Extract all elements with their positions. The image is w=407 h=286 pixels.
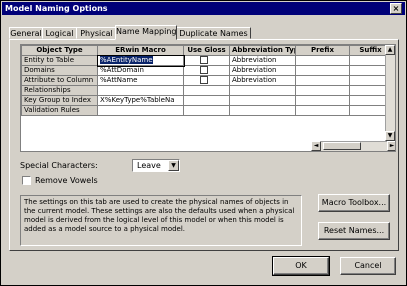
tab-physical[interactable]: Physical — [76, 27, 117, 39]
table-row[interactable]: Relationships — [21, 85, 392, 96]
table-row[interactable]: Key Group to Index X%KeyType%TableNa — [21, 95, 392, 106]
object-type-cell: Attribute to Column — [21, 75, 98, 86]
macro-cell[interactable] — [97, 85, 184, 96]
grid-vertical-scrollbar[interactable]: ▲ ▼ — [385, 45, 395, 141]
grid-header-row: Object Type ERwin Macro Use Gloss Abbrev… — [21, 45, 392, 56]
prefix-cell[interactable] — [295, 55, 350, 66]
use-gloss-checkbox[interactable] — [200, 66, 208, 74]
gloss-cell[interactable] — [183, 85, 230, 96]
col-header-object-type: Object Type — [21, 45, 98, 56]
abbrev-cell[interactable] — [229, 85, 296, 96]
special-characters-select[interactable]: Leave ▼ — [132, 159, 180, 172]
grid-horizontal-scrollbar[interactable]: ◄ ► — [311, 141, 395, 151]
scroll-right-icon[interactable]: ► — [387, 141, 395, 151]
cancel-button[interactable]: Cancel — [340, 257, 396, 275]
object-type-cell: Relationships — [21, 85, 98, 96]
prefix-cell[interactable] — [295, 85, 350, 96]
table-row[interactable]: Entity to Table %AEntityName Abbreviatio… — [21, 54, 392, 67]
special-characters-label: Special Characters: — [20, 161, 98, 170]
model-naming-options-dialog: Model Naming Options × General Logical P… — [0, 0, 407, 286]
gloss-cell[interactable] — [183, 65, 230, 76]
tab-general[interactable]: General — [9, 27, 43, 39]
abbrev-cell[interactable]: Abbreviation — [229, 75, 296, 86]
macro-cell[interactable]: %AttDomain — [97, 65, 184, 76]
macro-edit-text[interactable]: %AEntityName — [100, 56, 153, 64]
abbrev-cell[interactable]: Abbreviation — [229, 55, 296, 66]
col-header-abbreviation-type: Abbreviation Typ — [229, 45, 296, 56]
name-mapping-panel: Object Type ERwin Macro Use Gloss Abbrev… — [9, 39, 399, 251]
chevron-down-icon[interactable]: ▼ — [168, 160, 179, 171]
object-type-cell: Domains — [21, 65, 98, 76]
abbrev-cell[interactable] — [229, 95, 296, 106]
close-button[interactable]: × — [390, 3, 402, 14]
gloss-cell[interactable] — [183, 95, 230, 106]
prefix-cell[interactable] — [295, 75, 350, 86]
scroll-left-icon[interactable]: ◄ — [311, 141, 321, 151]
tab-duplicate-names[interactable]: Duplicate Names — [176, 27, 251, 39]
gloss-cell[interactable] — [183, 105, 230, 116]
abbrev-cell[interactable] — [229, 105, 296, 116]
macro-cell[interactable]: X%KeyType%TableNa — [97, 95, 184, 106]
macro-cell[interactable] — [97, 105, 184, 116]
info-text: The settings on this tab are used to cre… — [20, 195, 302, 246]
table-row[interactable]: Attribute to Column %AttName Abbreviatio… — [21, 75, 392, 86]
use-gloss-checkbox[interactable] — [200, 76, 208, 84]
use-gloss-checkbox[interactable] — [200, 56, 208, 64]
name-mapping-grid[interactable]: Object Type ERwin Macro Use Gloss Abbrev… — [20, 44, 396, 152]
col-header-erwin-macro: ERwin Macro — [97, 45, 184, 56]
macro-cell[interactable]: %AEntityName — [96, 54, 185, 67]
tab-name-mapping[interactable]: Name Mapping — [115, 25, 177, 40]
gloss-cell[interactable] — [183, 55, 230, 66]
object-type-cell: Validation Rules — [21, 105, 98, 116]
scroll-down-icon[interactable]: ▼ — [385, 131, 395, 141]
reset-names-button[interactable]: Reset Names... — [318, 222, 390, 240]
macro-toolbox-button[interactable]: Macro Toolbox... — [318, 194, 390, 212]
col-header-prefix: Prefix — [295, 45, 350, 56]
remove-vowels-checkbox[interactable] — [22, 176, 31, 185]
scroll-thumb[interactable] — [323, 142, 361, 150]
special-characters-value: Leave — [137, 161, 161, 170]
prefix-cell[interactable] — [295, 95, 350, 106]
prefix-cell[interactable] — [295, 105, 350, 116]
mapping-table: Object Type ERwin Macro Use Gloss Abbrev… — [21, 45, 392, 116]
object-type-cell: Key Group to Index — [21, 95, 98, 106]
gloss-cell[interactable] — [183, 75, 230, 86]
scroll-up-icon[interactable]: ▲ — [385, 45, 395, 55]
close-icon: × — [392, 4, 400, 13]
ok-button[interactable]: OK — [272, 256, 330, 276]
remove-vowels-label: Remove Vowels — [35, 176, 98, 185]
table-row[interactable]: Domains %AttDomain Abbreviation — [21, 65, 392, 76]
title-bar: Model Naming Options × — [2, 2, 405, 15]
prefix-cell[interactable] — [295, 65, 350, 76]
abbrev-cell[interactable]: Abbreviation — [229, 65, 296, 76]
object-type-cell: Entity to Table — [21, 55, 98, 66]
tab-logical[interactable]: Logical — [42, 27, 77, 39]
table-row[interactable]: Validation Rules — [21, 105, 392, 116]
macro-cell[interactable]: %AttName — [97, 75, 184, 86]
col-header-use-gloss: Use Gloss — [183, 45, 230, 56]
window-title: Model Naming Options — [5, 4, 108, 13]
